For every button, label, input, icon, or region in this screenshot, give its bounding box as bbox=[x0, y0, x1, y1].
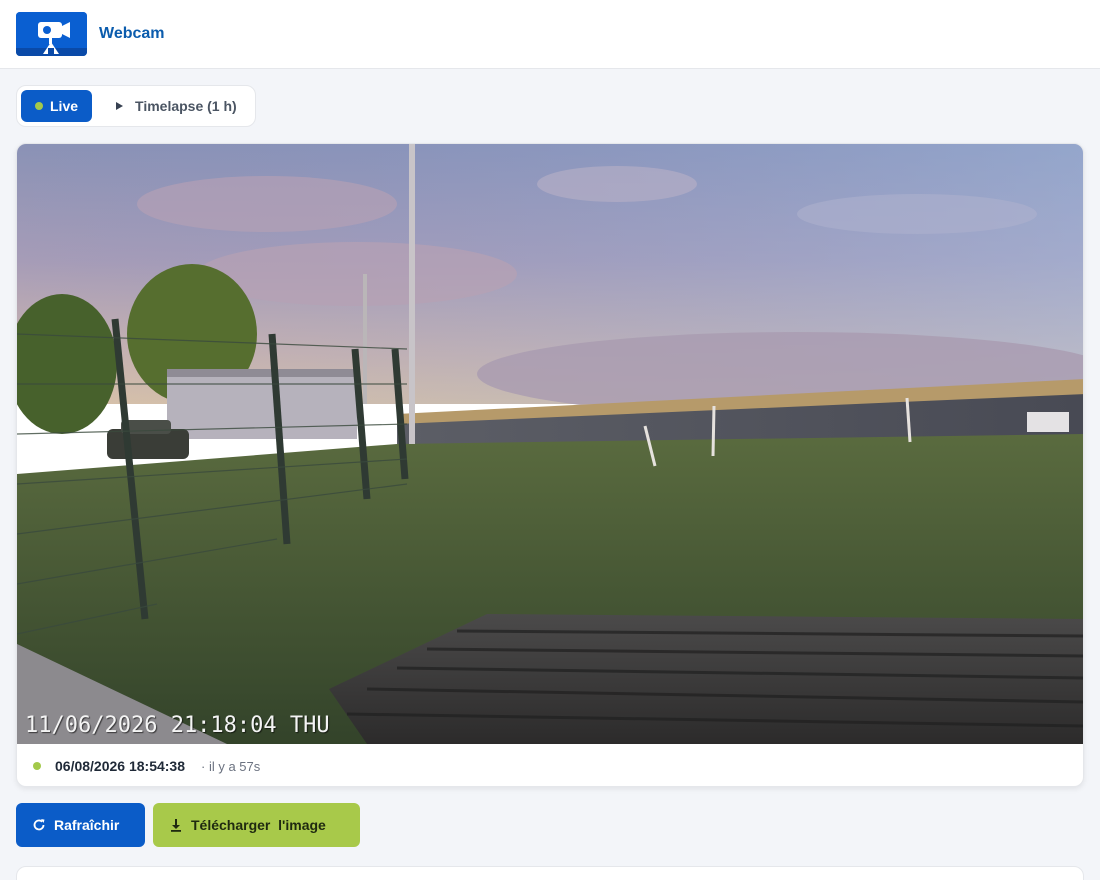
capture-relative-time: · il y a 57s bbox=[201, 758, 261, 774]
camera-overlay-timestamp: 11/06/2026 21:18:04 THU bbox=[25, 713, 330, 738]
capture-status-bar: 06/08/2026 18:54:38 · il y a 57s bbox=[17, 744, 1083, 786]
view-tabs: Live Timelapse (1 h) bbox=[16, 85, 256, 127]
refresh-icon bbox=[32, 818, 46, 832]
play-icon bbox=[116, 102, 124, 110]
tab-timelapse-label: Timelapse (1 h) bbox=[135, 98, 237, 114]
webcam-image[interactable]: 11/06/2026 21:18:04 THU bbox=[17, 144, 1083, 744]
top-bar: Webcam bbox=[0, 0, 1100, 69]
capture-timestamp: 06/08/2026 18:54:38 bbox=[55, 758, 185, 774]
webcam-card: 11/06/2026 21:18:04 THU 06/08/2026 18:54… bbox=[16, 143, 1084, 787]
download-button-label: Télécharger l'image bbox=[191, 817, 326, 833]
action-buttons: Rafraîchir Télécharger l'image bbox=[16, 803, 360, 847]
webcam-scene bbox=[17, 144, 1083, 744]
status-indicator-icon bbox=[33, 762, 41, 770]
secondary-panel bbox=[16, 866, 1084, 880]
tab-timelapse[interactable]: Timelapse (1 h) bbox=[98, 90, 251, 122]
webcam-camera-icon[interactable] bbox=[16, 12, 87, 56]
download-image-button[interactable]: Télécharger l'image bbox=[153, 803, 360, 847]
refresh-button[interactable]: Rafraîchir bbox=[16, 803, 145, 847]
tab-live[interactable]: Live bbox=[21, 90, 93, 122]
live-dot-icon bbox=[35, 102, 43, 110]
refresh-button-label: Rafraîchir bbox=[54, 817, 120, 833]
download-icon bbox=[169, 818, 183, 832]
tab-live-label: Live bbox=[50, 98, 79, 114]
app-title[interactable]: Webcam bbox=[99, 25, 165, 43]
